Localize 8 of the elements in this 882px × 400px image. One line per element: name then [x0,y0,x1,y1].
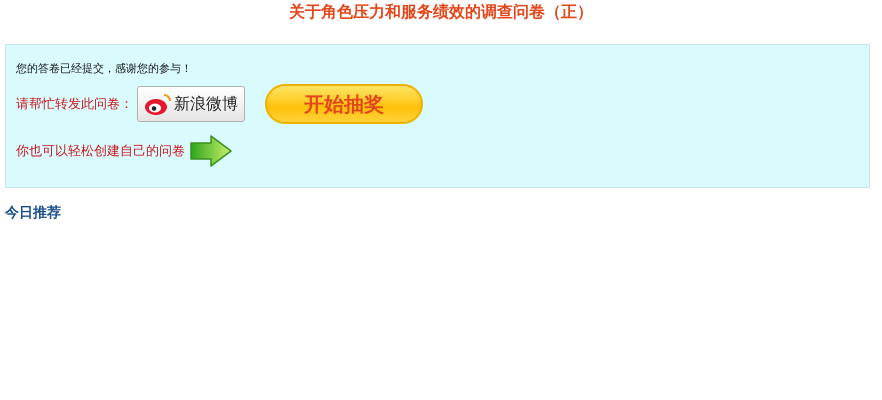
arrow-icon[interactable] [189,134,233,168]
eye-logo-icon [144,92,172,116]
thanks-text: 您的答卷已经提交，感谢您的参与！ [16,61,193,76]
section-heading: 今日推荐 [5,204,62,222]
survey-title: 关于角色压力和服务绩效的调查问卷（正） [288,1,594,23]
weibo-share-button[interactable]: 新浪微博 [137,86,245,122]
share-label: 请帮忙转发此问卷： [16,96,133,113]
create-survey-link[interactable]: 你也可以轻松创建自己的问卷 [16,142,185,160]
